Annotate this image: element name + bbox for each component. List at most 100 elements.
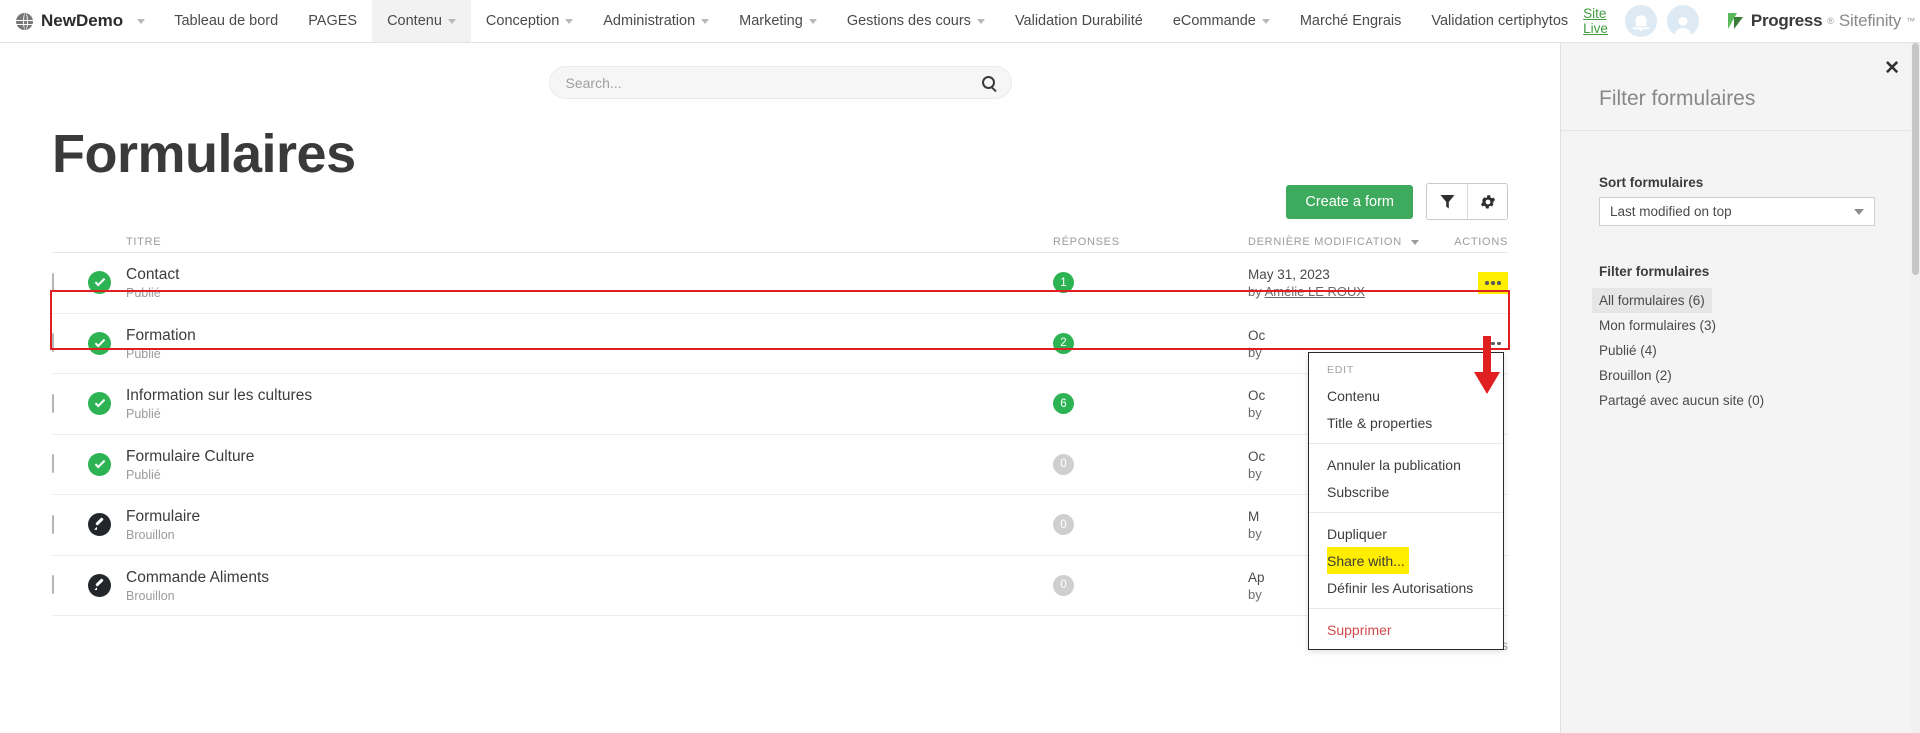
create-a-form-button[interactable]: Create a form: [1286, 185, 1413, 219]
notifications-button[interactable]: [1625, 5, 1657, 37]
sort-formulaires-select[interactable]: Last modified on top: [1599, 197, 1875, 226]
view-options-group: [1426, 183, 1508, 220]
settings-button[interactable]: [1467, 184, 1507, 219]
row-status-label: Publié: [126, 286, 1053, 300]
context-menu-item-contenu[interactable]: Contenu: [1309, 382, 1503, 409]
gear-icon: [1479, 193, 1497, 211]
row-title-cell[interactable]: Commande Aliments Brouillon: [126, 568, 1053, 603]
brand-label: NewDemo: [41, 11, 123, 31]
row-title: Formation: [126, 326, 1053, 345]
context-menu-item-supprimer[interactable]: Supprimer: [1309, 616, 1503, 643]
nav-item-validation-certiphytos[interactable]: Validation certiphytos: [1416, 0, 1583, 42]
search-bar[interactable]: [549, 66, 1012, 99]
row-title-cell[interactable]: Contact Publié: [126, 265, 1053, 300]
row-title-cell[interactable]: Information sur les cultures Publié: [126, 386, 1053, 421]
search-icon[interactable]: [982, 76, 995, 89]
nav-item-conception[interactable]: Conception: [471, 0, 588, 42]
nav-item-marche-engrais[interactable]: Marché Engrais: [1285, 0, 1417, 42]
row-title: Commande Aliments: [126, 568, 1053, 587]
row-checkbox-cell: [52, 516, 88, 534]
forms-table: TITRE RÉPONSES DERNIÈRE MODIFICATION ACT…: [52, 227, 1508, 616]
nav-item-contenu[interactable]: Contenu: [372, 0, 471, 42]
nav-item-tableau-de-bord[interactable]: Tableau de bord: [159, 0, 293, 42]
scrollbar-thumb[interactable]: [1912, 43, 1919, 275]
nav-item-ecommande[interactable]: eCommande: [1158, 0, 1285, 42]
table-row[interactable]: Contact Publié 1 May 31, 2023 by Amélie …: [52, 253, 1508, 314]
filter-item-all-formulaires[interactable]: All formulaires (6): [1592, 288, 1712, 313]
responses-badge[interactable]: 0: [1053, 514, 1074, 535]
sort-selected-value: Last modified on top: [1610, 204, 1732, 219]
page-scrollbar[interactable]: [1911, 43, 1920, 733]
check-circle-icon: [88, 392, 111, 415]
table-row[interactable]: Formulaire Brouillon 0 M by: [52, 495, 1508, 556]
row-checkbox[interactable]: [52, 333, 54, 352]
table-row[interactable]: Information sur les cultures Publié 6 Oc…: [52, 374, 1508, 435]
context-menu-separator: [1309, 443, 1503, 444]
nav-label: Marché Engrais: [1300, 13, 1402, 29]
row-checkbox[interactable]: [52, 515, 54, 534]
row-checkbox[interactable]: [52, 394, 54, 413]
row-title: Information sur les cultures: [126, 386, 1053, 405]
row-status-cell: [88, 453, 126, 476]
progress-logo-icon: [1726, 11, 1746, 31]
row-modified-user[interactable]: Amélie LE ROUX: [1265, 284, 1365, 299]
row-modified-date: Oc: [1248, 327, 1448, 345]
row-checkbox[interactable]: [52, 273, 54, 292]
context-menu-item-dupliquer[interactable]: Dupliquer: [1309, 520, 1503, 547]
row-modified-by: by Amélie LE ROUX: [1248, 284, 1448, 299]
row-status-label: Publié: [126, 468, 1053, 482]
row-title-cell[interactable]: Formation Publié: [126, 326, 1053, 361]
responses-badge[interactable]: 2: [1053, 333, 1074, 354]
filter-item-partage-aucun-site[interactable]: Partagé avec aucun site (0): [1592, 388, 1771, 413]
row-responses-cell: 2: [1053, 333, 1248, 354]
filter-item-brouillon[interactable]: Brouillon (2): [1592, 363, 1679, 388]
responses-badge[interactable]: 6: [1053, 393, 1074, 414]
check-circle-icon: [88, 453, 111, 476]
close-icon[interactable]: ✕: [1884, 59, 1900, 78]
pencil-circle-icon: [88, 513, 111, 536]
context-menu-item-title-properties[interactable]: Title & properties: [1309, 409, 1503, 436]
row-checkbox[interactable]: [52, 575, 54, 594]
filter-item-publie[interactable]: Publié (4): [1592, 338, 1664, 363]
brand-site-selector[interactable]: NewDemo: [0, 0, 159, 42]
table-row[interactable]: Commande Aliments Brouillon 0 Ap by: [52, 556, 1508, 617]
more-actions-icon[interactable]: [1478, 272, 1508, 294]
nav-item-gestions-des-cours[interactable]: Gestions des cours: [832, 0, 1000, 42]
search-input[interactable]: [566, 75, 982, 91]
row-title-cell[interactable]: Formulaire Culture Publié: [126, 447, 1053, 482]
context-menu-item-share-with[interactable]: Share with...: [1327, 547, 1409, 574]
filter-item-mon-formulaires[interactable]: Mon formulaires (3): [1592, 313, 1723, 338]
table-footer-count: 6 formulaires: [52, 616, 1508, 653]
nav-item-validation-durabilite[interactable]: Validation Durabilité: [1000, 0, 1158, 42]
table-row[interactable]: Formation Publié 2 Oc by: [52, 314, 1508, 375]
check-circle-icon: [88, 271, 111, 294]
page-title: Formulaires: [52, 127, 1508, 181]
responses-badge[interactable]: 1: [1053, 272, 1074, 293]
header-derniere-modification[interactable]: DERNIÈRE MODIFICATION: [1248, 236, 1448, 248]
nav-label: eCommande: [1173, 13, 1256, 29]
row-checkbox[interactable]: [52, 454, 54, 473]
context-menu-separator: [1309, 512, 1503, 513]
user-account-button[interactable]: [1667, 5, 1699, 37]
context-menu-item-annuler-publication[interactable]: Annuler la publication: [1309, 451, 1503, 478]
nav-label: Gestions des cours: [847, 13, 971, 29]
header-titre[interactable]: TITRE: [126, 236, 1053, 248]
row-checkbox-cell: [52, 576, 88, 594]
nav-item-administration[interactable]: Administration: [588, 0, 724, 42]
more-actions-icon[interactable]: [1478, 332, 1508, 354]
responses-badge[interactable]: 0: [1053, 454, 1074, 475]
user-avatar-icon: [1678, 17, 1687, 26]
site-live-link[interactable]: Site Live: [1583, 0, 1620, 42]
context-menu-item-subscribe[interactable]: Subscribe: [1309, 478, 1503, 505]
row-responses-cell: 0: [1053, 575, 1248, 596]
pencil-circle-icon: [88, 574, 111, 597]
table-row[interactable]: Formulaire Culture Publié 0 Oc by: [52, 435, 1508, 496]
header-reponses[interactable]: RÉPONSES: [1053, 236, 1248, 248]
filter-button[interactable]: [1427, 184, 1467, 219]
context-menu-item-definir-autorisations[interactable]: Définir les Autorisations: [1309, 574, 1503, 601]
row-responses-cell: 0: [1053, 454, 1248, 475]
nav-item-marketing[interactable]: Marketing: [724, 0, 832, 42]
responses-badge[interactable]: 0: [1053, 575, 1074, 596]
row-title-cell[interactable]: Formulaire Brouillon: [126, 507, 1053, 542]
nav-item-pages[interactable]: PAGES: [293, 0, 372, 42]
